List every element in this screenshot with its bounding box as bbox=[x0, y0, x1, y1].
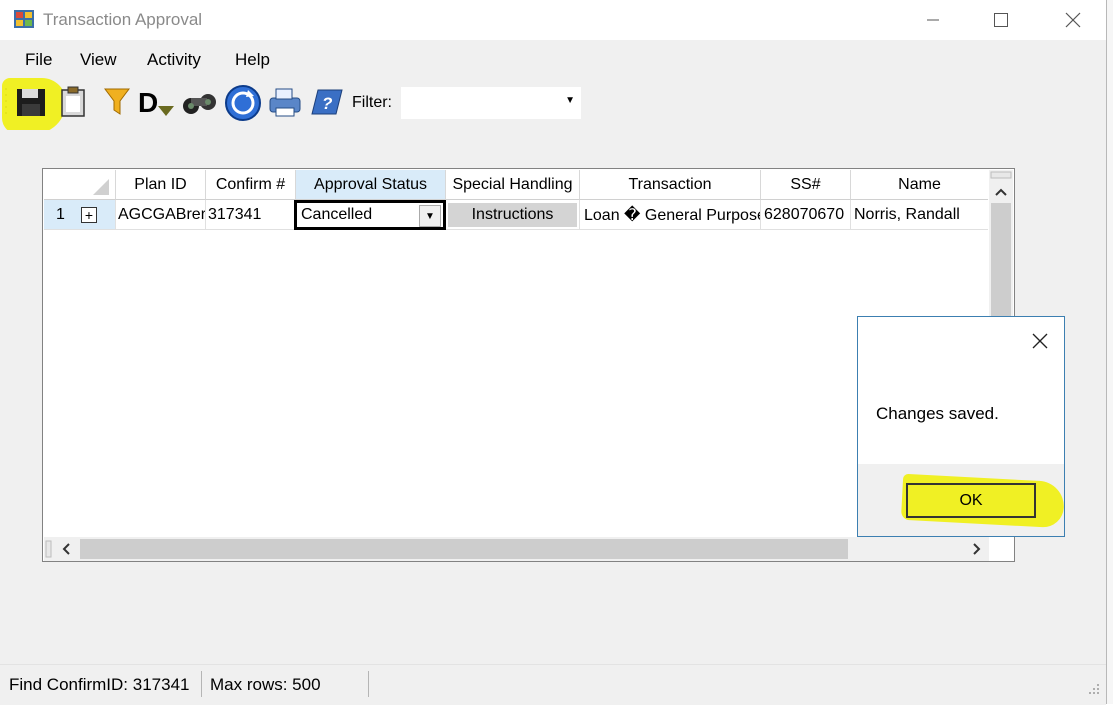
find-button[interactable] bbox=[182, 86, 216, 118]
grid-header: Plan ID Confirm # Approval Status Specia… bbox=[44, 170, 988, 200]
refresh-button[interactable] bbox=[224, 84, 262, 122]
clipboard-button[interactable] bbox=[58, 86, 90, 118]
row-header[interactable]: 1 + bbox=[44, 200, 116, 230]
header-transaction[interactable]: Transaction bbox=[580, 170, 761, 200]
status-separator bbox=[201, 671, 202, 697]
toolbar: D ? Filter: ▼ bbox=[0, 78, 1106, 134]
cell-ssn[interactable]: 628070670 bbox=[761, 200, 851, 230]
ok-button[interactable]: OK bbox=[906, 483, 1036, 518]
menu-view[interactable]: View bbox=[80, 50, 117, 70]
cell-transaction[interactable]: Loan � General Purpose bbox=[580, 200, 761, 230]
dialog-footer: OK bbox=[858, 464, 1066, 536]
d-download-button[interactable]: D bbox=[138, 86, 174, 118]
maximize-icon bbox=[994, 13, 1008, 27]
cell-name[interactable]: Norris, Randall bbox=[851, 200, 988, 230]
filter-button[interactable] bbox=[103, 86, 135, 118]
resize-grip-icon[interactable] bbox=[1086, 683, 1100, 697]
menu-file[interactable]: File bbox=[25, 50, 52, 70]
window-title: Transaction Approval bbox=[43, 10, 203, 29]
cell-plan-id[interactable]: AGCGABrer bbox=[116, 200, 206, 230]
scroll-right-icon[interactable] bbox=[965, 537, 989, 561]
d-down-icon: D bbox=[138, 87, 174, 118]
chevron-down-icon: ▼ bbox=[565, 95, 575, 106]
close-icon bbox=[1065, 12, 1081, 28]
expand-row-button[interactable]: + bbox=[80, 206, 97, 223]
approval-status-dropdown[interactable]: Cancelled ▼ bbox=[294, 200, 446, 230]
cell-confirm[interactable]: 317341 bbox=[206, 200, 296, 230]
menu-activity[interactable]: Activity bbox=[147, 50, 201, 70]
cell-special-handling: Instructions bbox=[446, 200, 580, 230]
status-max-rows: Max rows: 500 bbox=[210, 675, 321, 694]
filter-label: Filter: bbox=[352, 94, 392, 111]
close-icon[interactable] bbox=[1032, 333, 1048, 349]
app-icon bbox=[14, 10, 34, 28]
horizontal-scroll-thumb[interactable] bbox=[80, 539, 848, 559]
changes-saved-dialog: Changes saved. OK bbox=[857, 316, 1066, 537]
background-window-edge bbox=[1106, 0, 1113, 704]
plus-icon: + bbox=[84, 206, 93, 223]
status-separator bbox=[368, 671, 369, 697]
status-bar: Find ConfirmID: 317341 Max rows: 500 bbox=[0, 664, 1106, 705]
print-icon bbox=[269, 88, 301, 117]
header-ssn[interactable]: SS# bbox=[761, 170, 851, 200]
header-approval-status[interactable]: Approval Status bbox=[296, 170, 446, 200]
chevron-down-icon[interactable]: ▼ bbox=[419, 205, 441, 227]
help-book-icon: ? bbox=[311, 89, 343, 115]
maximize-button[interactable] bbox=[978, 0, 1024, 40]
save-icon bbox=[17, 89, 45, 116]
minimize-button[interactable] bbox=[910, 0, 956, 40]
select-all-corner-icon bbox=[93, 179, 109, 195]
scroll-left-icon[interactable] bbox=[44, 537, 80, 561]
close-window-button[interactable] bbox=[1050, 0, 1096, 40]
filter-combo[interactable]: ▼ bbox=[401, 87, 581, 119]
instructions-button[interactable]: Instructions bbox=[448, 202, 577, 227]
help-book-button[interactable]: ? bbox=[310, 86, 343, 118]
menu-help[interactable]: Help bbox=[235, 50, 270, 70]
clipboard-icon bbox=[61, 86, 85, 117]
approval-status-value: Cancelled bbox=[301, 206, 373, 223]
title-bar: Transaction Approval bbox=[0, 0, 1106, 40]
header-confirm[interactable]: Confirm # bbox=[206, 170, 296, 200]
refresh-icon bbox=[225, 85, 261, 121]
scroll-up-icon[interactable] bbox=[989, 170, 1013, 200]
save-button[interactable] bbox=[16, 86, 48, 118]
binoculars-icon bbox=[183, 94, 216, 114]
dialog-message: Changes saved. bbox=[876, 404, 999, 423]
svg-text:D: D bbox=[138, 87, 158, 118]
print-button[interactable] bbox=[268, 86, 301, 118]
filter-funnel-icon bbox=[104, 88, 130, 115]
row-number: 1 bbox=[56, 205, 65, 223]
status-find-confirm: Find ConfirmID: 317341 bbox=[9, 675, 190, 694]
header-name[interactable]: Name bbox=[851, 170, 988, 200]
header-plan-id[interactable]: Plan ID bbox=[116, 170, 206, 200]
header-special-handling[interactable]: Special Handling bbox=[446, 170, 580, 200]
minimize-icon bbox=[927, 19, 939, 21]
svg-text:?: ? bbox=[322, 94, 333, 113]
menu-bar: File View Activity Help bbox=[0, 40, 1106, 78]
header-corner[interactable] bbox=[44, 170, 116, 200]
